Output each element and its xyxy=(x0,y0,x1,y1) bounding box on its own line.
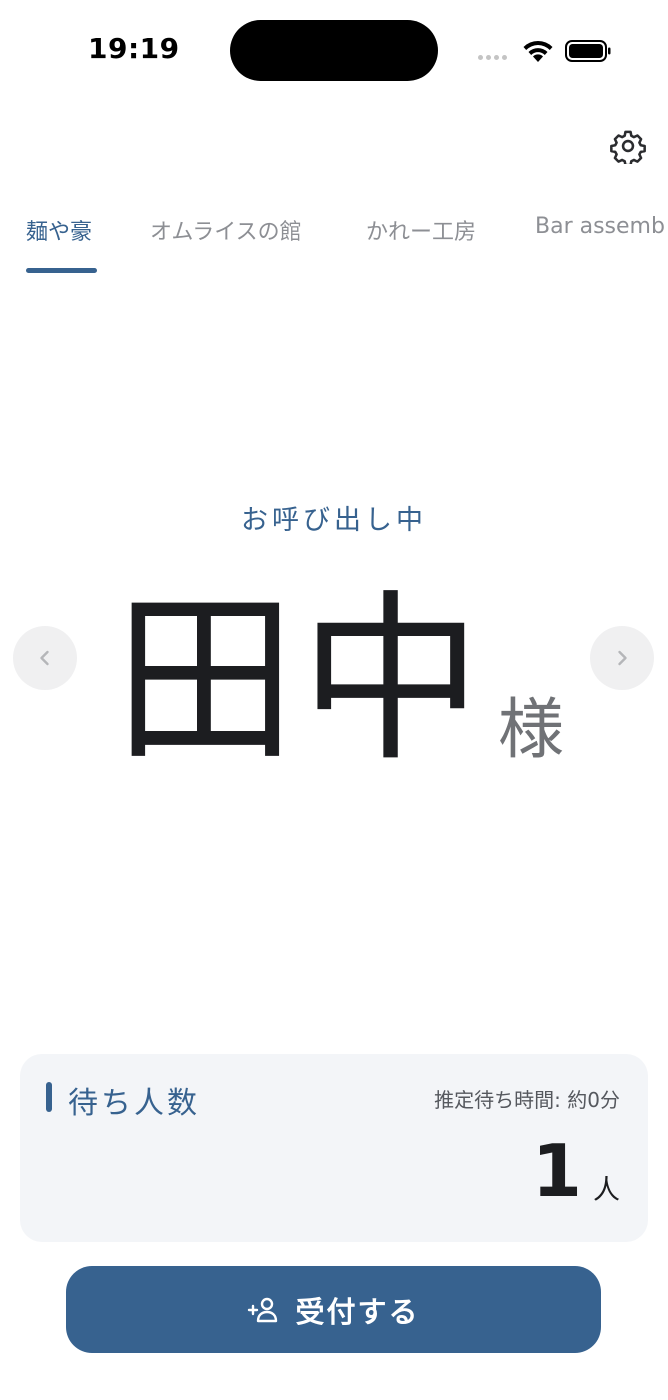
called-customer-name: 田中 xyxy=(114,574,486,786)
wifi-icon xyxy=(523,40,553,62)
cellular-signal-icon xyxy=(478,55,507,60)
waiting-count-title: 待ち人数 xyxy=(68,1086,200,1121)
dynamic-island xyxy=(230,20,438,81)
gear-icon xyxy=(610,130,646,164)
battery-icon xyxy=(565,40,611,62)
waiting-count-unit: 人 xyxy=(593,1175,620,1206)
chevron-left-icon xyxy=(40,650,49,666)
estimated-wait-time: 推定待ち時間: 約0分 xyxy=(434,1088,620,1112)
register-button[interactable]: 受付する xyxy=(66,1266,601,1353)
tab-omurice-no-yakata[interactable]: オムライスの館 xyxy=(150,214,302,246)
status-bar: 19:19 xyxy=(0,0,668,100)
previous-button[interactable] xyxy=(13,626,77,690)
settings-button[interactable] xyxy=(606,124,650,168)
calling-label: お呼び出し中 xyxy=(241,505,427,536)
waiting-count-card: 待ち人数 推定待ち時間: 約0分 1 人 xyxy=(20,1054,648,1242)
section-accent-bar xyxy=(46,1082,52,1112)
status-time: 19:19 xyxy=(88,32,180,65)
tab-menya-go[interactable]: 麺や豪 xyxy=(26,214,92,246)
register-button-label: 受付する xyxy=(295,1294,420,1329)
tab-curry-kobo[interactable]: かれー工房 xyxy=(366,214,476,246)
next-button[interactable] xyxy=(590,626,654,690)
waiting-count-value: 1 xyxy=(531,1129,582,1213)
honorific-suffix: 様 xyxy=(498,691,564,768)
add-person-icon xyxy=(248,1297,278,1322)
shop-tabs: 麺や豪 オムライスの館 かれー工房 Bar assemb xyxy=(0,200,668,280)
tab-bar-assemb[interactable]: Bar assemb xyxy=(535,214,665,239)
chevron-right-icon xyxy=(618,650,627,666)
active-tab-indicator xyxy=(26,268,97,273)
